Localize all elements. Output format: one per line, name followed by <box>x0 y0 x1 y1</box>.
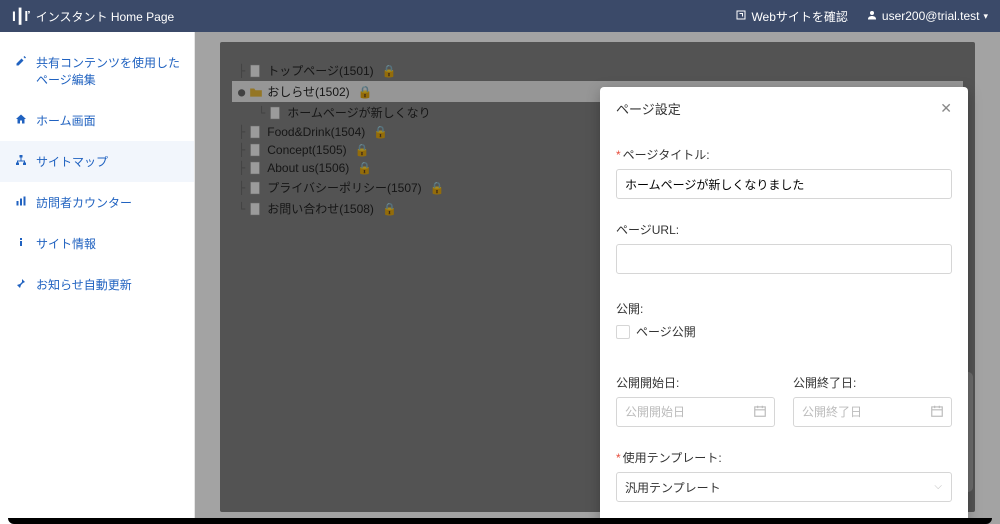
template-select[interactable] <box>616 472 952 502</box>
sidebar-item-visitor-counter[interactable]: 訪問者カウンター <box>0 182 194 223</box>
publish-checkbox-row[interactable]: ページ公開 <box>616 323 952 340</box>
sidebar-item-shared-content-edit[interactable]: 共有コンテンツを使用したページ編集 <box>0 42 194 100</box>
home-icon <box>14 113 28 125</box>
page-url-label: ページURL: <box>616 221 952 238</box>
main-area: ├ トップページ(1501) 🔒 ● おしらせ(1502) 🔒 └ <box>195 32 1000 524</box>
sidebar-item-sitemap[interactable]: サイトマップ <box>0 141 194 182</box>
sidebar: 共有コンテンツを使用したページ編集 ホーム画面 サイトマップ 訪問者カウンター … <box>0 32 195 524</box>
sidebar-item-label: お知らせ自動更新 <box>36 276 132 293</box>
start-date-input[interactable] <box>616 397 775 427</box>
brand: I┃ľ インスタント Home Page <box>12 8 174 25</box>
sidebar-item-site-info[interactable]: サイト情報 <box>0 223 194 264</box>
topbar: I┃ľ インスタント Home Page Webサイトを確認 user200@t… <box>0 0 1000 32</box>
calendar-icon[interactable] <box>930 404 944 421</box>
start-date-label: 公開開始日: <box>616 374 775 391</box>
modal-body: *ページタイトル: ページURL: 公開: ページ公開 公開開始日: <box>600 128 968 524</box>
window-bottom-edge <box>8 518 992 524</box>
close-icon[interactable]: ✕ <box>940 100 952 117</box>
sitemap-icon <box>14 154 28 166</box>
user-icon <box>866 9 878 24</box>
sidebar-item-label: サイトマップ <box>36 153 108 170</box>
sidebar-item-label: 共有コンテンツを使用したページ編集 <box>36 54 180 88</box>
sidebar-item-label: サイト情報 <box>36 235 96 252</box>
check-website-label: Webサイトを確認 <box>751 8 847 25</box>
page-settings-modal: ページ設定 ✕ *ページタイトル: ページURL: 公開: ページ公開 <box>600 87 968 524</box>
caret-down-icon: ▾ <box>983 11 988 22</box>
publish-label: 公開: <box>616 300 952 317</box>
modal-title: ページ設定 <box>616 99 940 118</box>
pin-icon <box>14 277 28 289</box>
user-menu[interactable]: user200@trial.test ▾ <box>866 9 988 24</box>
publish-checkbox[interactable] <box>616 325 630 339</box>
end-date-label: 公開終了日: <box>793 374 952 391</box>
brand-logo-icon: I┃ľ <box>12 8 30 25</box>
user-label: user200@trial.test <box>882 9 980 23</box>
page-title-input[interactable] <box>616 169 952 199</box>
template-label: *使用テンプレート: <box>616 449 952 466</box>
check-website-link[interactable]: Webサイトを確認 <box>735 8 847 25</box>
page-title-label: *ページタイトル: <box>616 146 952 163</box>
sidebar-item-news-auto-update[interactable]: お知らせ自動更新 <box>0 264 194 305</box>
info-icon <box>14 236 28 248</box>
brand-title: インスタント Home Page <box>36 8 174 25</box>
edit-icon <box>14 55 28 67</box>
sidebar-item-label: 訪問者カウンター <box>36 194 132 211</box>
calendar-icon[interactable] <box>753 404 767 421</box>
page-url-input[interactable] <box>616 244 952 274</box>
chevron-down-icon: ⌵ <box>934 481 942 492</box>
end-date-input[interactable] <box>793 397 952 427</box>
modal-header: ページ設定 ✕ <box>600 87 968 128</box>
external-link-icon <box>735 9 747 24</box>
sidebar-item-home[interactable]: ホーム画面 <box>0 100 194 141</box>
sidebar-item-label: ホーム画面 <box>36 112 96 129</box>
chart-icon <box>14 195 28 207</box>
publish-checkbox-label: ページ公開 <box>636 323 696 340</box>
